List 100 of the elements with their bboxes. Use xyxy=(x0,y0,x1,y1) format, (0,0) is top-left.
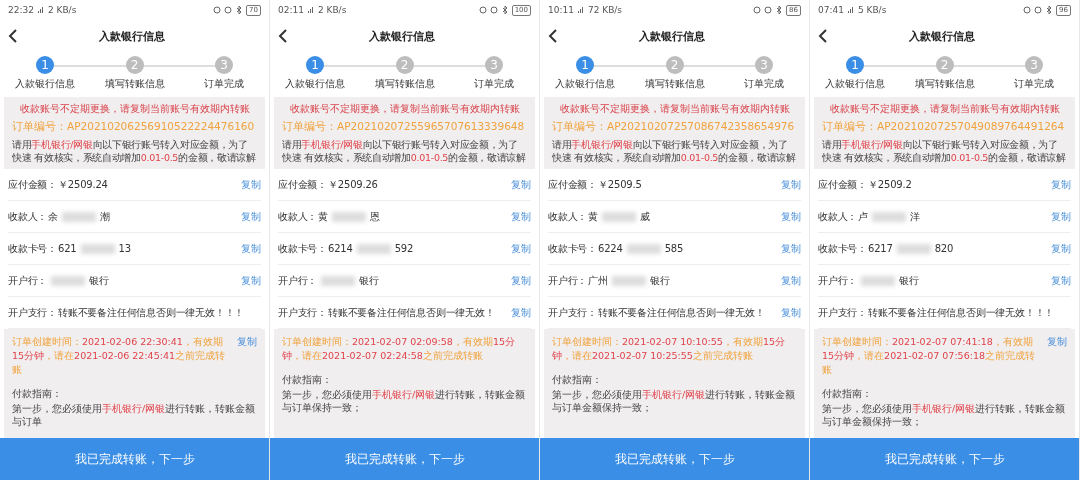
field-value: 银行 xyxy=(359,273,379,288)
step-number: 2 xyxy=(935,56,954,74)
field-value: 820 xyxy=(934,243,954,254)
next-step-button[interactable]: 我已完成转账，下一步 xyxy=(270,438,539,480)
field-value: 银行 xyxy=(899,273,919,288)
copy-button[interactable]: 复制 xyxy=(507,177,531,192)
back-icon[interactable] xyxy=(278,29,288,43)
order-label: 订单编号： xyxy=(282,120,337,134)
order-number: AP20210207255965707613339648 xyxy=(337,120,525,134)
next-step-button[interactable]: 我已完成转账，下一步 xyxy=(0,438,269,480)
status-time: 02:11 xyxy=(278,5,304,15)
guide-title: 付款指南： xyxy=(282,373,333,386)
step-label: 入款银行信息 xyxy=(555,77,615,91)
notice-text: 收款账号不定期更换，请复制当前账号有效期内转账 xyxy=(828,102,1061,116)
back-icon[interactable] xyxy=(548,29,558,43)
notice-text: 收款账号不定期更换，请复制当前账号有效期内转账 xyxy=(288,102,521,116)
step-number: 3 xyxy=(485,56,503,74)
step-number: 2 xyxy=(395,56,414,74)
blur-mask xyxy=(861,275,896,286)
field-value: 转账不要备注任何信息否则一律无效！ xyxy=(598,305,765,320)
blur-mask xyxy=(611,275,646,286)
order-time-text: 订单创建时间：2021-02-07 07:41:18，有效期 15分钟，请在2021-02-07 07:56:18之前完成转账 xyxy=(822,335,1036,377)
bluetooth-icon xyxy=(500,6,509,14)
field-value: 余 xyxy=(48,209,58,224)
next-step-button[interactable]: 我已完成转账，下一步 xyxy=(810,438,1079,480)
field-label: 开户行： xyxy=(548,273,588,288)
field-label: 收款人： xyxy=(548,209,588,224)
field-value: 6217 xyxy=(868,243,893,254)
order-time-text: 订单创建时间：2021-02-06 22:30:41，有效期 15分钟，请在2021-02-06 22:45:41之前完成转账 xyxy=(12,335,226,377)
field-value: ￥2509.2 xyxy=(868,177,912,192)
field-value: 洋 xyxy=(910,209,920,224)
step-number: 2 xyxy=(125,56,144,74)
field-label: 收款卡号： xyxy=(8,241,57,256)
page-title: 入款银行信息 xyxy=(907,28,976,44)
signal-icon xyxy=(576,6,585,14)
blur-mask xyxy=(356,243,391,254)
field-value: 6224 xyxy=(598,243,623,254)
field-label: 应付金额： xyxy=(278,177,327,192)
step-label: 填写转账信息 xyxy=(914,77,975,91)
copy-button[interactable]: 复制 xyxy=(507,241,531,256)
field-value: 转账不要备注任何信息否则一律无效！！！ xyxy=(58,305,245,320)
field-label: 开户行： xyxy=(818,273,858,288)
field-value: 威 xyxy=(640,209,650,224)
order-number: AP20210207257049089764491264 xyxy=(877,120,1065,134)
blur-mask xyxy=(872,211,906,222)
copy-button[interactable]: 复制 xyxy=(1047,273,1071,288)
copy-button[interactable]: 复制 xyxy=(237,241,261,256)
field-value: 黄 xyxy=(318,209,328,224)
field-label: 收款卡号： xyxy=(278,241,327,256)
status-icon xyxy=(478,6,487,14)
copy-button[interactable]: 复制 xyxy=(507,273,531,288)
step-label: 订单完成 xyxy=(474,77,514,91)
order-number: AP20210206256910522224476160 xyxy=(67,120,255,134)
copy-button[interactable]: 复制 xyxy=(777,241,801,256)
step-label: 订单完成 xyxy=(1014,77,1054,91)
copy-button[interactable]: 复制 xyxy=(237,177,261,192)
order-label: 订单编号： xyxy=(822,120,877,134)
copy-button[interactable]: 复制 xyxy=(237,209,261,224)
copy-button[interactable]: 复制 xyxy=(777,273,801,288)
guide-text: 第一步，您必须使用手机银行/网银进行转账，转账金额与订单金额保持一致； xyxy=(552,388,797,414)
notice-text: 收款账号不定期更换，请复制当前账号有效期内转账 xyxy=(558,102,791,116)
copy-button[interactable]: 复制 xyxy=(1043,335,1067,349)
instruction-text: 请用手机银行/网银向以下银行账号转入对应金额，为了快速 有效核实，系统自动增加0.01-0.5的金额，敬请谅解 xyxy=(822,138,1067,164)
network-speed: 72 KB/s xyxy=(587,5,623,15)
blur-mask xyxy=(602,211,636,222)
back-icon[interactable] xyxy=(8,29,18,43)
next-step-button[interactable]: 我已完成转账，下一步 xyxy=(540,438,809,480)
copy-button[interactable]: 复制 xyxy=(507,305,531,320)
field-label: 开户行： xyxy=(8,273,48,288)
blur-mask xyxy=(332,211,366,222)
field-label: 收款卡号： xyxy=(818,241,867,256)
field-label: 收款卡号： xyxy=(548,241,597,256)
field-label: 开户支行： xyxy=(278,305,327,320)
status-time: 07:41 xyxy=(818,5,844,15)
copy-button[interactable]: 复制 xyxy=(777,177,801,192)
field-value: ￥2509.24 xyxy=(58,177,108,192)
copy-button[interactable]: 复制 xyxy=(777,209,801,224)
field-value: 潮 xyxy=(100,209,110,224)
step-label: 填写转账信息 xyxy=(644,77,705,91)
field-value: 广州 xyxy=(588,273,608,288)
copy-button[interactable]: 复制 xyxy=(777,305,801,320)
order-number: AP20210207257086742358654976 xyxy=(607,120,795,134)
copy-button[interactable]: 复制 xyxy=(1047,209,1071,224)
blur-mask xyxy=(51,275,86,286)
field-label: 开户行： xyxy=(278,273,318,288)
instruction-text: 请用手机银行/网银向以下银行账号转入对应金额，为了快速 有效核实，系统自动增加0.01-0.5的金额，敬请谅解 xyxy=(552,138,797,164)
copy-button[interactable]: 复制 xyxy=(237,273,261,288)
step-number: 1 xyxy=(576,56,594,74)
status-icon xyxy=(213,6,222,14)
field-label: 开户支行： xyxy=(8,305,57,320)
step-number: 3 xyxy=(1025,56,1043,74)
bluetooth-icon xyxy=(235,6,244,14)
back-icon[interactable] xyxy=(818,29,828,43)
copy-button[interactable]: 复制 xyxy=(1047,241,1071,256)
copy-button[interactable]: 复制 xyxy=(1047,177,1071,192)
field-value: ￥2509.26 xyxy=(328,177,378,192)
blur-mask xyxy=(321,275,356,286)
copy-button[interactable]: 复制 xyxy=(507,209,531,224)
step-number: 2 xyxy=(665,56,684,74)
copy-button[interactable]: 复制 xyxy=(233,335,257,349)
